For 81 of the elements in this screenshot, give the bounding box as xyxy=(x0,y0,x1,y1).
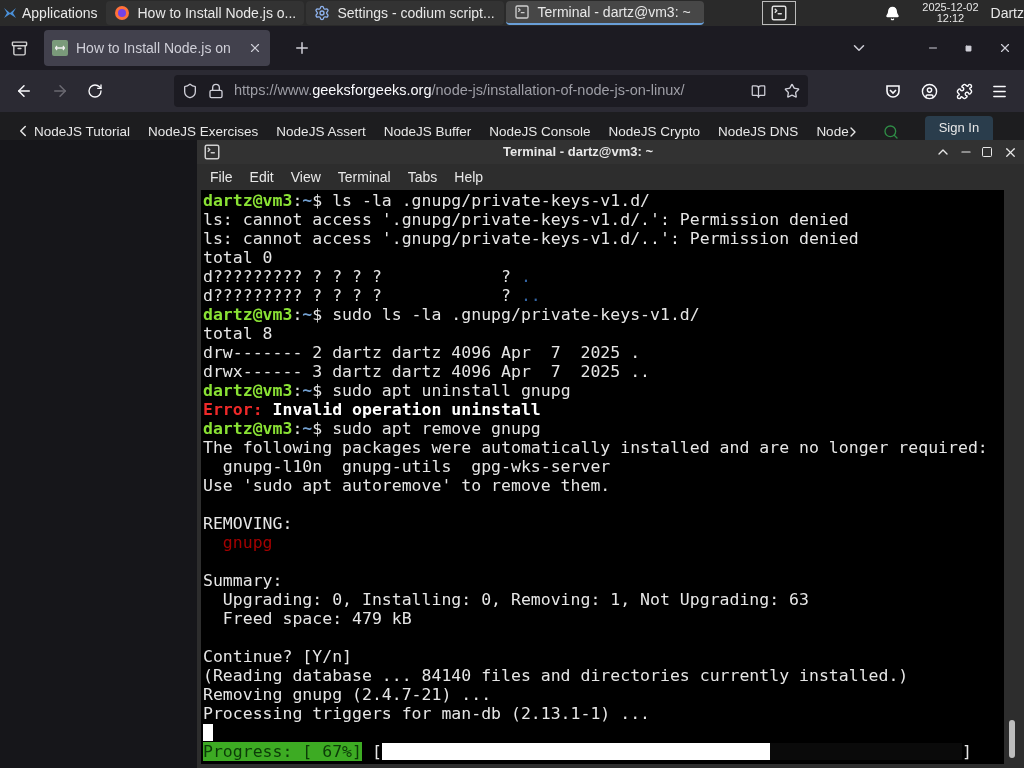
clock-date: 2025-12-02 xyxy=(922,2,979,13)
browser-tab[interactable]: How to Install Node.js on xyxy=(44,30,270,66)
applications-menu[interactable]: Applications xyxy=(0,0,106,26)
shield-icon[interactable] xyxy=(182,83,198,99)
text-cursor xyxy=(203,724,213,741)
terminal-line: gnupg xyxy=(221,533,273,552)
terminal-line: Summary: xyxy=(203,571,283,590)
clock-time: 12:12 xyxy=(936,13,965,24)
nav-link[interactable]: NodeJS Exercises xyxy=(148,124,259,140)
sign-in-button[interactable]: Sign In xyxy=(924,116,994,140)
url-text: https://www.geeksforgeeks.org/node-js/installation-of-node-js-on-linux/ xyxy=(234,81,685,101)
close-tab-icon[interactable] xyxy=(248,41,262,55)
terminal-line: Error: Invalid operation uninstall xyxy=(203,400,541,419)
terminal-icon xyxy=(513,4,530,20)
bookmark-star-icon[interactable] xyxy=(784,83,800,99)
terminal-line: REMOVING: xyxy=(203,514,293,533)
nav-link[interactable]: NodeJS Crypto xyxy=(608,124,701,140)
menu-item[interactable]: Edit xyxy=(249,166,274,188)
back-icon[interactable] xyxy=(15,82,33,100)
close-icon[interactable] xyxy=(998,41,1012,55)
terminal-line: d????????? ? ? ? ? ? . xyxy=(203,267,531,286)
bracket: ] xyxy=(961,742,972,761)
terminal-line: total 8 xyxy=(203,324,273,343)
terminal-icon xyxy=(769,4,788,22)
terminal-line: Removing gnupg (2.4.7-21) ... xyxy=(203,685,492,704)
reader-view-icon[interactable] xyxy=(751,83,766,99)
progress-label: Progress: [ 67%] xyxy=(203,742,362,761)
terminal-line: gnupg-l10n gnupg-utils gpg-wks-server xyxy=(221,457,611,476)
nav-link[interactable]: NodeJS DNS xyxy=(718,124,799,140)
terminal-line: d????????? ? ? ? ? ? .. xyxy=(203,286,541,305)
new-tab-icon[interactable] xyxy=(293,39,311,57)
terminal-line: drwx------ 3 dartz dartz 4096 Apr 7 2025 .. xyxy=(203,362,651,381)
terminal-line: total 0 xyxy=(203,248,273,267)
address-bar[interactable]: https://www.geeksforgeeks.org/node-js/installation-of-node-js-on-linux/ xyxy=(174,75,808,107)
workspace-button[interactable] xyxy=(761,1,796,25)
taskbar-button[interactable]: Settings - codium script... xyxy=(305,1,504,25)
menu-item[interactable]: View xyxy=(290,166,321,188)
scrollbar-thumb[interactable] xyxy=(1009,720,1015,758)
nav-link[interactable]: NodeJS Tutorial xyxy=(34,124,131,140)
terminal-line: Processing triggers for man-db (2.13.1-1) ... xyxy=(203,704,651,723)
nav-link[interactable]: NodeJS Assert xyxy=(276,124,366,140)
terminal-line: Upgrading: 0, Installing: 0, Removing: 1, Not Upgrading: 63 xyxy=(221,590,809,609)
firefox-icon xyxy=(113,5,130,21)
menu-item[interactable]: File xyxy=(210,166,233,188)
terminal-line: (Reading database ... 84140 files and directories currently installed.) xyxy=(203,666,909,685)
taskbar-button[interactable]: Terminal - dartz@vm3: ~ xyxy=(505,1,704,25)
notification-bell-icon[interactable] xyxy=(885,5,901,21)
bracket: [ xyxy=(371,742,382,761)
reload-icon[interactable] xyxy=(87,83,103,99)
nav-link[interactable]: Node xyxy=(816,124,849,140)
menu-item[interactable]: Help xyxy=(454,166,484,188)
tab-title: How to Install Node.js on xyxy=(76,38,231,58)
terminal-line: Freed space: 479 kB xyxy=(221,609,412,628)
maximize-icon[interactable] xyxy=(981,146,993,158)
user-name[interactable]: Dartz xyxy=(990,2,1024,24)
account-icon[interactable] xyxy=(921,82,938,100)
terminal-line: dartz@vm3:~$ sudo ls -la .gnupg/private-keys-v1.d/ xyxy=(203,305,700,324)
terminal-line: dartz@vm3:~$ sudo apt remove gnupg xyxy=(203,419,541,438)
nav-link[interactable]: NodeJS Buffer xyxy=(383,124,472,140)
terminal-line: dartz@vm3:~$ ls -la .gnupg/private-keys-v1.d/ xyxy=(203,191,651,210)
terminal-line: ls: cannot access '.gnupg/private-keys-v1.d/.': Permission denied xyxy=(203,210,849,229)
site-logo-icon xyxy=(52,40,68,56)
terminal-line: Continue? [Y/n] xyxy=(203,647,352,666)
lock-icon[interactable] xyxy=(208,83,224,99)
window-title: Terminal - dartz@vm3: ~ xyxy=(501,143,655,162)
nav-link[interactable]: NodeJS Console xyxy=(489,124,591,140)
extensions-icon[interactable] xyxy=(956,82,973,100)
pocket-icon[interactable] xyxy=(885,83,901,99)
tray-icon[interactable] xyxy=(11,39,28,57)
gear-icon xyxy=(313,5,330,21)
terminal-line: ls: cannot access '.gnupg/private-keys-v1.d/..': Permission denied xyxy=(203,229,859,248)
menu-item[interactable]: Tabs xyxy=(407,166,438,188)
terminal-line: The following packages were automatically installed and are no longer required: xyxy=(203,438,988,457)
terminal-icon xyxy=(203,143,221,161)
terminal-line: Use 'sudo apt autoremove' to remove them. xyxy=(203,476,611,495)
menu-item[interactable]: Terminal xyxy=(337,166,391,188)
terminal-line: drw------- 2 dartz dartz 4096 Apr 7 2025 . xyxy=(203,343,641,362)
terminal-line: dartz@vm3:~$ sudo apt uninstall gnupg xyxy=(203,381,571,400)
taskbar-button[interactable]: How to Install Node.js o... xyxy=(105,1,304,25)
maximize-icon[interactable] xyxy=(965,44,972,52)
search-icon[interactable] xyxy=(882,124,899,140)
